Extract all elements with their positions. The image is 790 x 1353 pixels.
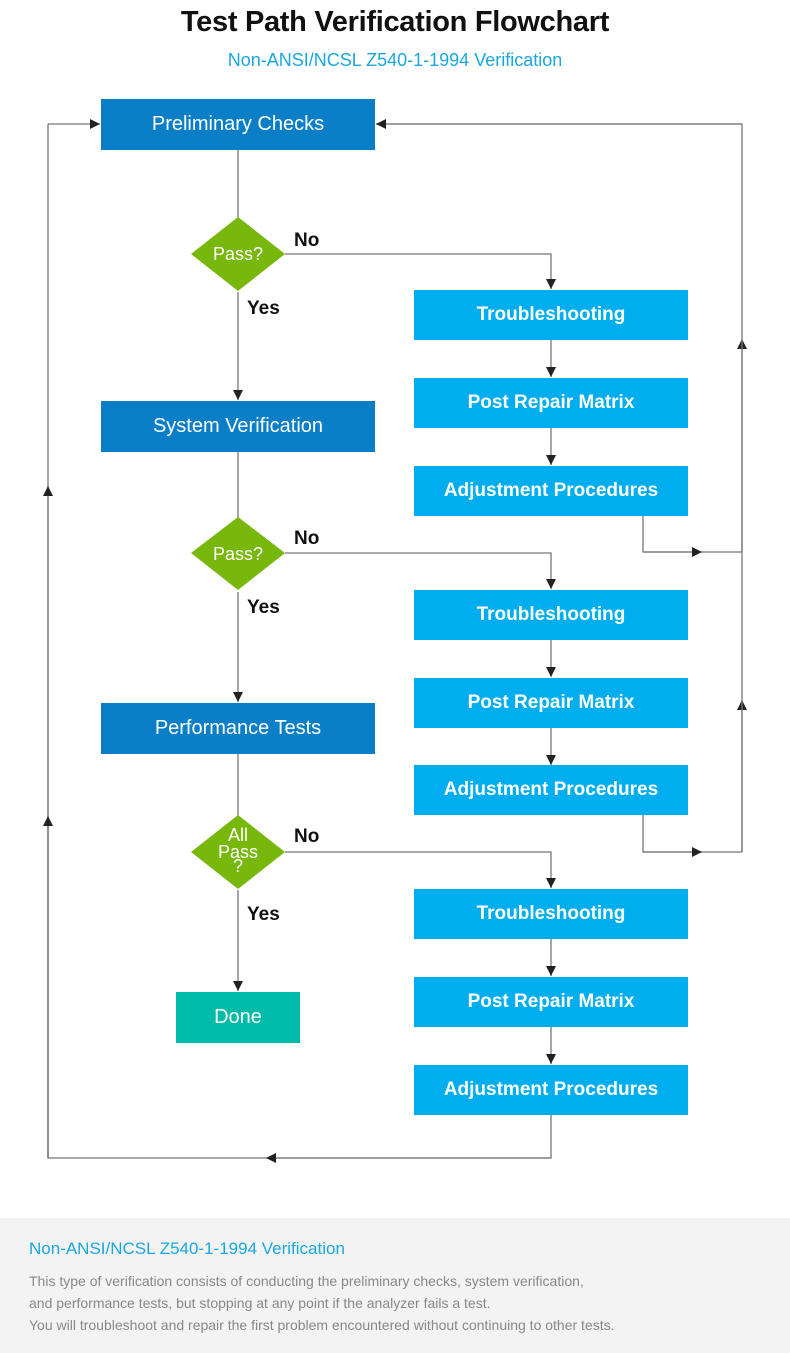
step-troubleshooting-3: Troubleshooting	[414, 889, 688, 939]
step-label: Preliminary Checks	[151, 113, 325, 135]
step-label: Troubleshooting	[476, 304, 626, 325]
description-line: You will troubleshoot and repair the fir…	[29, 1317, 615, 1333]
step-label: Troubleshooting	[476, 604, 626, 625]
step-performance-tests: Performance Tests	[101, 703, 375, 754]
return-path-2	[642, 815, 742, 853]
step-adjustment-procedures-1: Adjustment Procedures	[414, 466, 688, 516]
step-post-repair-matrix-2: Post Repair Matrix	[414, 678, 688, 728]
decision-label-3: All Pass ?	[198, 826, 278, 876]
step-troubleshooting-2: Troubleshooting	[414, 590, 688, 640]
step-adjustment-procedures-3: Adjustment Procedures	[414, 1065, 688, 1115]
return-path-1	[642, 516, 742, 553]
decision-label-2: Pass?	[212, 544, 264, 564]
description-line: and performance tests, but stopping at a…	[29, 1295, 491, 1311]
step-label: Adjustment Procedures	[443, 779, 659, 800]
step-label: Post Repair Matrix	[467, 692, 635, 713]
decision-label-line: ?	[232, 856, 243, 876]
step-post-repair-matrix-3: Post Repair Matrix	[414, 977, 688, 1027]
step-adjustment-procedures-2: Adjustment Procedures	[414, 765, 688, 815]
no-label-1: No	[294, 230, 320, 251]
step-label: Adjustment Procedures	[443, 1079, 659, 1100]
description-line: This type of verification consists of co…	[29, 1273, 584, 1289]
yes-label-1: Yes	[247, 298, 280, 319]
step-post-repair-matrix-1: Post Repair Matrix	[414, 378, 688, 428]
step-label: Performance Tests	[154, 717, 322, 739]
step-label: Post Repair Matrix	[467, 392, 635, 413]
step-label: Troubleshooting	[476, 903, 626, 924]
step-done: Done	[176, 992, 300, 1043]
yes-label-3: Yes	[247, 904, 280, 925]
description-panel: Non-ANSI/NCSL Z540-1-1994 Verification T…	[0, 1218, 790, 1353]
step-system-verification: System Verification	[101, 401, 375, 452]
step-label: System Verification	[152, 415, 324, 437]
step-preliminary-checks: Preliminary Checks	[101, 99, 375, 150]
description-title: Non-ANSI/NCSL Z540-1-1994 Verification	[29, 1239, 345, 1258]
no-label-3: No	[294, 826, 320, 847]
no-label-2: No	[294, 528, 320, 549]
yes-label-2: Yes	[247, 597, 280, 618]
connector-no-1	[285, 253, 556, 289]
step-label: Adjustment Procedures	[443, 480, 659, 501]
description-text: This type of verification consists of co…	[29, 1270, 615, 1336]
step-label: Post Repair Matrix	[467, 991, 635, 1012]
connector-no-3	[285, 851, 556, 888]
decision-label-1: Pass?	[212, 244, 264, 264]
connector-no-2	[285, 552, 556, 589]
step-troubleshooting-1: Troubleshooting	[414, 290, 688, 340]
step-label: Done	[214, 1006, 262, 1028]
